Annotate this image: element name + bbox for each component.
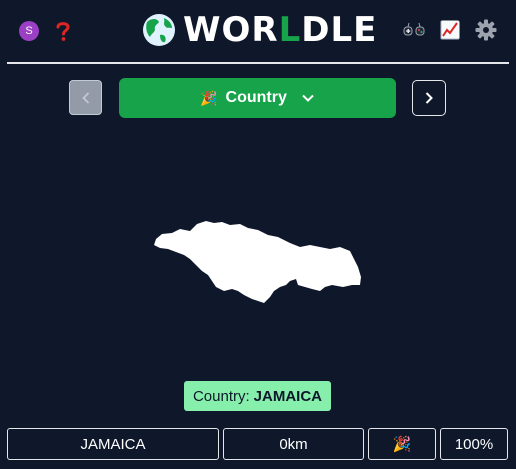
answer-prefix: Country:	[192, 387, 250, 405]
guess-direction-cell: 🎉	[368, 428, 436, 460]
gear-icon[interactable]	[475, 18, 497, 42]
country-silhouette	[154, 221, 361, 303]
stats-chart-icon[interactable]	[439, 18, 461, 42]
title-part-2: DLE	[301, 10, 378, 50]
globe-icon	[143, 14, 175, 46]
guess-distance: 0km	[279, 435, 308, 453]
party-popper-icon: 🎉	[392, 436, 412, 453]
chevron-right-icon	[425, 92, 433, 104]
worldle-page: S WORLDLE 🎉 Country Country: JAMAICA JAM…	[0, 0, 516, 469]
guess-proximity-cell: 100%	[440, 428, 508, 460]
header-left-group: S	[19, 20, 73, 42]
question-mark-icon[interactable]	[53, 20, 73, 42]
header-divider	[7, 62, 509, 64]
chevron-left-icon	[81, 91, 89, 104]
answer-value: JAMAICA	[253, 387, 323, 405]
app-title: WORLDLE	[183, 13, 377, 47]
mode-label: Country	[225, 89, 287, 106]
mode-navigation: 🎉 Country	[0, 78, 516, 118]
guess-distance-cell: 0km	[223, 428, 364, 460]
gamepad-icon[interactable]	[403, 18, 425, 42]
title-accent-letter: L	[278, 10, 302, 50]
title-part-1: WOR	[183, 10, 279, 50]
next-button[interactable]	[412, 80, 446, 116]
guess-country: JAMAICA	[80, 435, 146, 453]
previous-button[interactable]	[69, 80, 102, 115]
avatar-letter: S	[25, 25, 33, 37]
chevron-down-icon	[302, 94, 314, 102]
brand-logo: WORLDLE	[142, 13, 377, 47]
guess-country-cell: JAMAICA	[7, 428, 219, 460]
header-right-group	[403, 18, 497, 42]
mode-select-button[interactable]: 🎉 Country	[119, 78, 396, 118]
avatar[interactable]: S	[19, 21, 39, 41]
answer-banner: Country: JAMAICA	[184, 381, 331, 411]
app-header: S WORLDLE	[0, 0, 516, 62]
guess-proximity: 100%	[454, 435, 494, 453]
party-popper-icon: 🎉	[200, 89, 218, 106]
